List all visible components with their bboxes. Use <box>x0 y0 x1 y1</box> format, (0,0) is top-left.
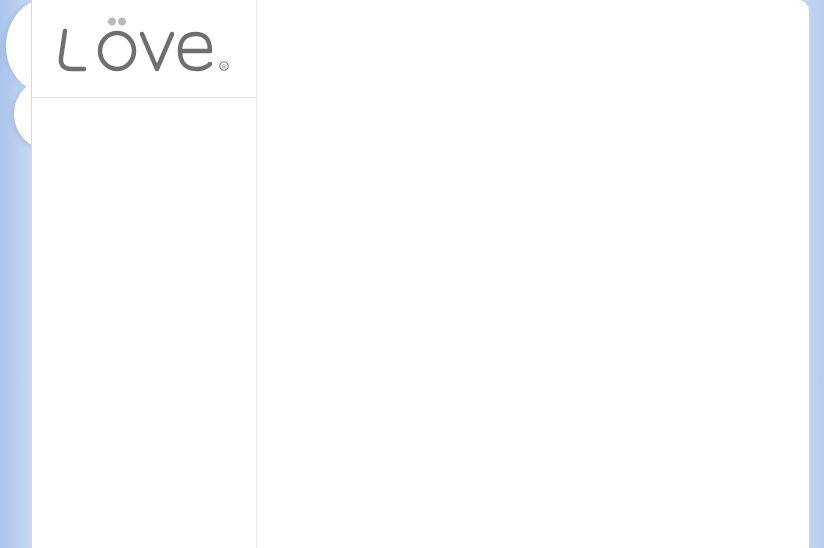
logo-letter-e <box>177 31 213 72</box>
sidebar: R Löve ® <box>31 0 257 548</box>
brand-name: Löve <box>232 14 233 15</box>
brand-registered-mark: ® <box>232 14 233 15</box>
logo-letter-v <box>139 31 175 72</box>
umlaut-dot-right <box>118 17 126 26</box>
love-logo-icon: R <box>58 17 229 72</box>
svg-text:R: R <box>222 64 226 70</box>
brand-logo[interactable]: R Löve ® <box>58 14 232 76</box>
logo-letter-l <box>58 28 87 72</box>
logo-letter-o <box>97 30 137 72</box>
main-content-panel <box>258 0 810 548</box>
sidebar-header: R Löve ® <box>32 0 256 98</box>
umlaut-dot-left <box>108 17 116 26</box>
page: R Löve ® <box>0 0 824 548</box>
